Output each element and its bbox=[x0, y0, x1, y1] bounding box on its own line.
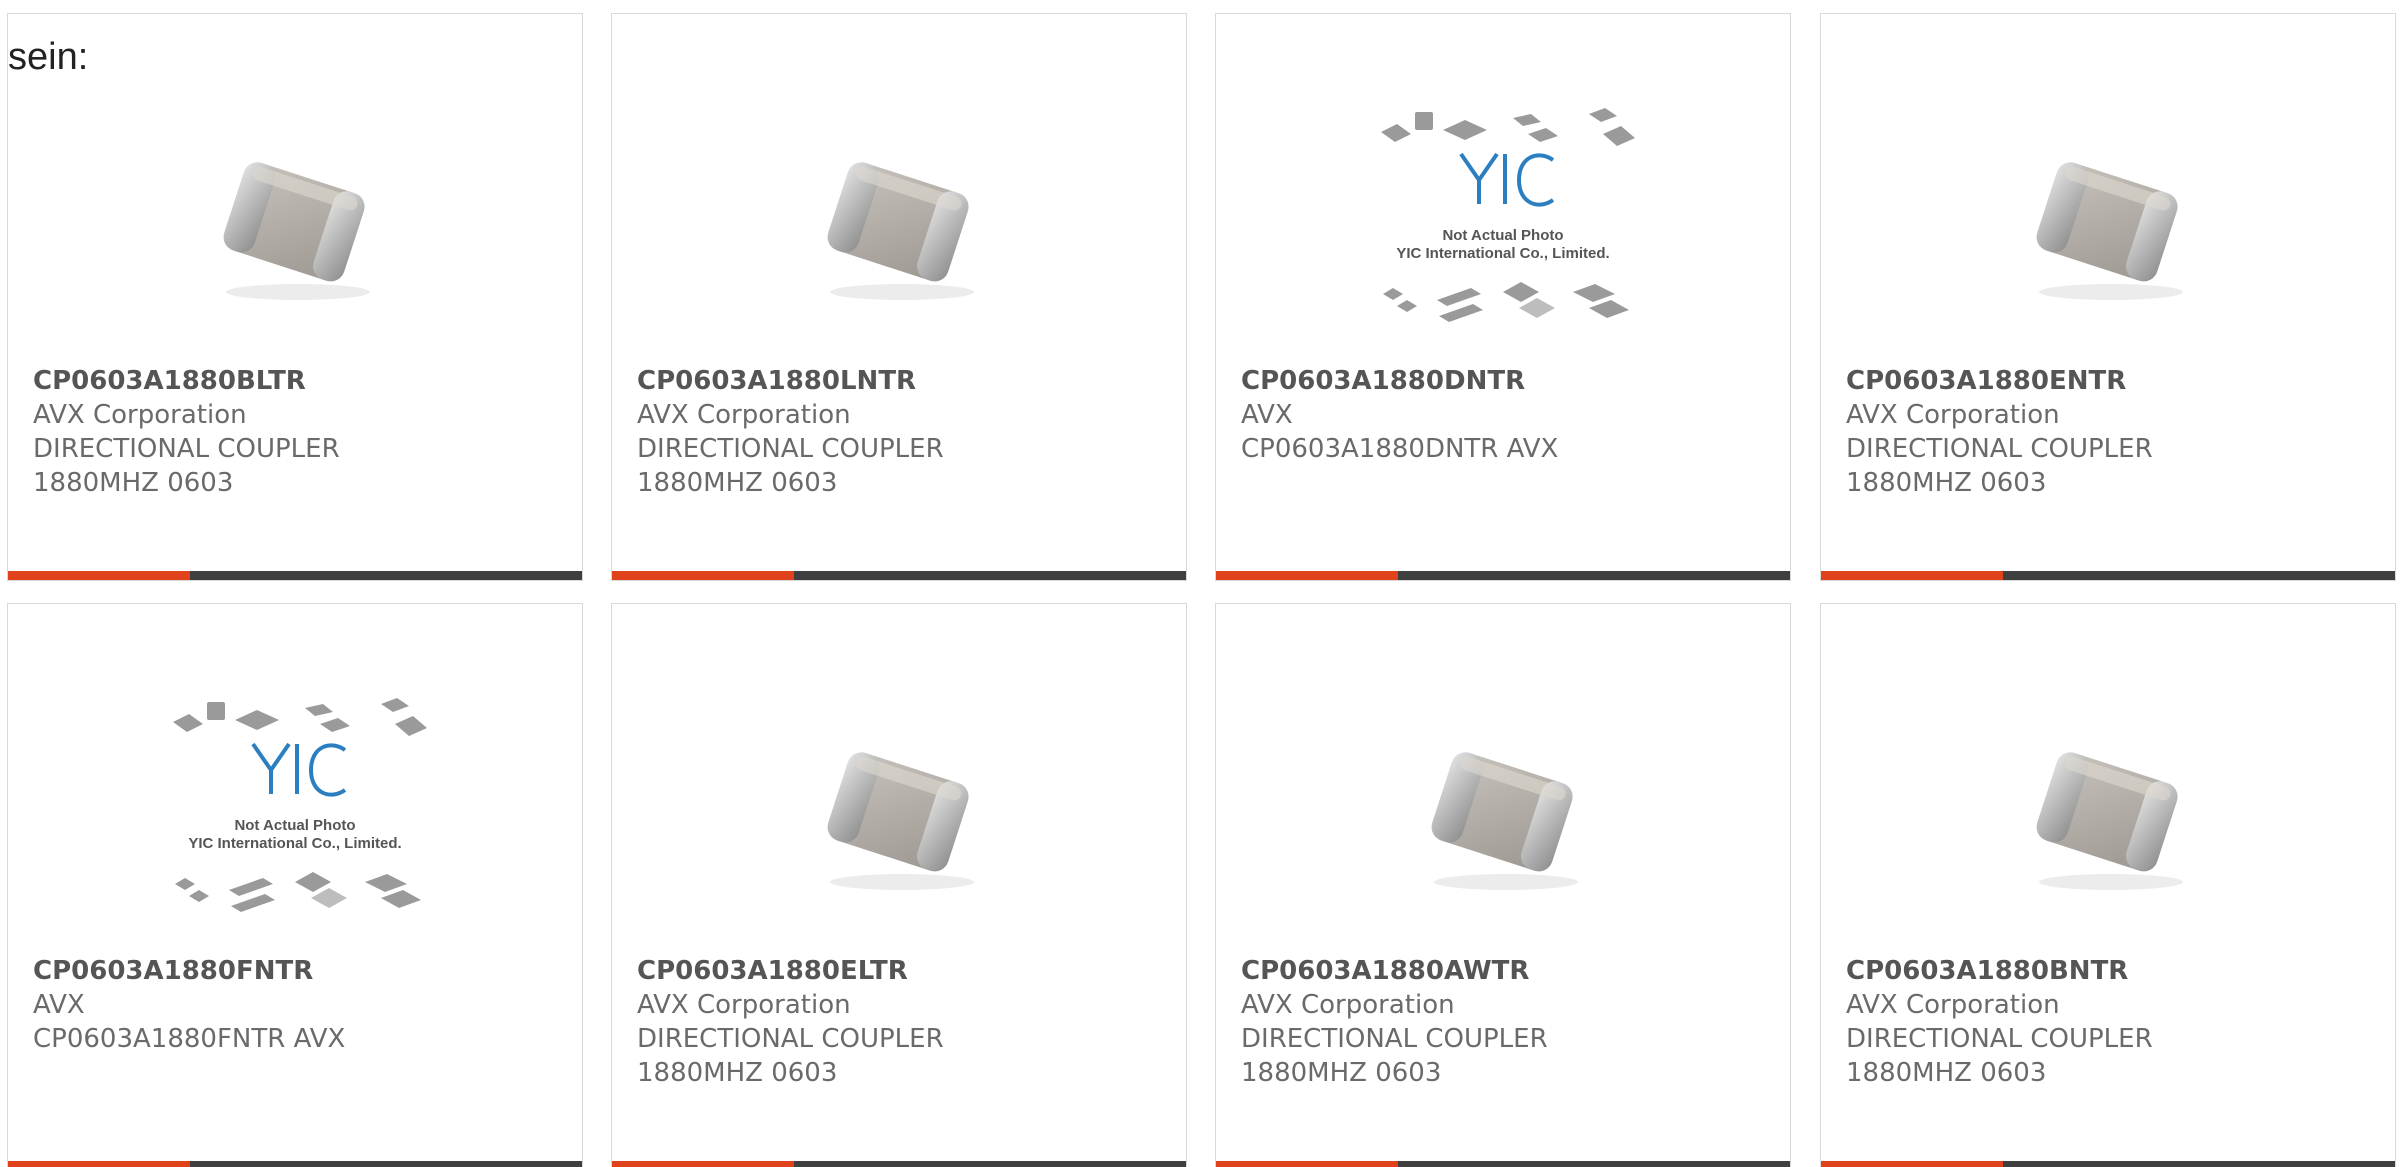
part-number[interactable]: CP0603A1880AWTR bbox=[1241, 954, 1770, 988]
manufacturer-name: AVX Corporation bbox=[33, 400, 247, 430]
product-card[interactable]: CP0603A1880AWTR AVX Corporation DIRECTIONA… bbox=[1215, 603, 1791, 1167]
product-info: CP0603A1880AWTR AVX Corporation DIRECTIONA… bbox=[1241, 954, 1770, 1090]
placeholder-line2: YIC International Co., Limited. bbox=[1396, 245, 1609, 262]
card-bottom-bar bbox=[1216, 1161, 1790, 1167]
card-accent-bar bbox=[612, 571, 794, 580]
product-info: CP0603A1880FNTR AVX CP0603A1880FNTR AVX bbox=[33, 954, 562, 1056]
part-number[interactable]: CP0603A1880LNTR bbox=[637, 364, 1166, 398]
product-card[interactable]: CP0603A1880ENTR AVX Corporation DIRECTIONA… bbox=[1820, 13, 2396, 581]
product-description-line2: 1880MHZ 0603 bbox=[637, 1058, 838, 1088]
placeholder-line1: Not Actual Photo bbox=[1442, 227, 1563, 244]
not-actual-photo-placeholder: Not Actual PhotoYIC International Co., L… bbox=[1381, 108, 1635, 322]
product-image[interactable] bbox=[1821, 74, 2395, 364]
manufacturer-name: AVX Corporation bbox=[637, 990, 851, 1020]
part-number[interactable]: CP0603A1880ELTR bbox=[637, 954, 1166, 988]
product-info: CP0603A1880DNTR AVX CP0603A1880DNTR AVX bbox=[1241, 364, 1770, 466]
product-description: DIRECTIONAL COUPLER bbox=[33, 434, 340, 464]
product-description-line2: 1880MHZ 0603 bbox=[1241, 1058, 1442, 1088]
product-description: CP0603A1880DNTR AVX bbox=[1241, 434, 1559, 464]
product-info: CP0603A1880BNTR AVX Corporation DIRECTIONA… bbox=[1846, 954, 2375, 1090]
product-info: CP0603A1880LNTR AVX Corporation DIRECTIONA… bbox=[637, 364, 1166, 500]
part-number[interactable]: CP0603A1880FNTR bbox=[33, 954, 562, 988]
placeholder-line2: YIC International Co., Limited. bbox=[188, 835, 401, 852]
product-description: DIRECTIONAL COUPLER bbox=[637, 1024, 944, 1054]
product-description: DIRECTIONAL COUPLER bbox=[1241, 1024, 1548, 1054]
product-image[interactable] bbox=[612, 664, 1186, 954]
product-description-line2: 1880MHZ 0603 bbox=[637, 468, 838, 498]
card-bottom-bar bbox=[612, 1161, 1186, 1167]
product-image[interactable]: Not Actual Photo YIC International Co., L… bbox=[1216, 74, 1790, 364]
product-image[interactable] bbox=[1821, 664, 2395, 954]
manufacturer-name: AVX Corporation bbox=[1241, 990, 1455, 1020]
manufacturer-name: AVX Corporation bbox=[637, 400, 851, 430]
product-description: DIRECTIONAL COUPLER bbox=[1846, 1024, 2153, 1054]
card-accent-bar bbox=[1216, 571, 1398, 580]
manufacturer-name: AVX Corporation bbox=[1846, 400, 2060, 430]
placeholder-line1: Not Actual Photo bbox=[234, 817, 355, 834]
product-description: DIRECTIONAL COUPLER bbox=[637, 434, 944, 464]
card-bottom-bar bbox=[8, 571, 582, 580]
card-accent-bar bbox=[1821, 1161, 2003, 1167]
manufacturer-name: AVX bbox=[33, 990, 85, 1020]
product-description-line2: 1880MHZ 0603 bbox=[33, 468, 234, 498]
card-bottom-bar bbox=[8, 1161, 582, 1167]
product-description-line2: 1880MHZ 0603 bbox=[1846, 468, 2047, 498]
card-bottom-bar bbox=[612, 571, 1186, 580]
product-card[interactable]: CP0603A1880BLTR AVX Corporation DIRECTIONA… bbox=[7, 13, 583, 581]
card-bottom-bar bbox=[1821, 1161, 2395, 1167]
product-info: CP0603A1880ELTR AVX Corporation DIRECTIONA… bbox=[637, 954, 1166, 1090]
capacitor-chip-image bbox=[2036, 162, 2183, 300]
capacitor-chip-image bbox=[827, 752, 974, 890]
capacitor-chip-image bbox=[827, 162, 974, 300]
product-card[interactable]: CP0603A1880ELTR AVX Corporation DIRECTIONA… bbox=[611, 603, 1187, 1167]
not-actual-photo-placeholder: Not Actual PhotoYIC International Co., L… bbox=[173, 698, 427, 912]
capacitor-chip-image bbox=[1431, 752, 1578, 890]
section-heading: sein: bbox=[8, 36, 89, 78]
product-image[interactable] bbox=[612, 74, 1186, 364]
product-image[interactable] bbox=[1216, 664, 1790, 954]
product-card[interactable]: CP0603A1880BNTR AVX Corporation DIRECTIONA… bbox=[1820, 603, 2396, 1167]
product-description: DIRECTIONAL COUPLER bbox=[1846, 434, 2153, 464]
card-accent-bar bbox=[8, 571, 190, 580]
card-accent-bar bbox=[1821, 571, 2003, 580]
product-card[interactable]: Not Actual Photo YIC International Co., L… bbox=[1215, 13, 1791, 581]
product-grid-page: sein: CP0603A1880BLTR AVX Corporation DIRE… bbox=[0, 0, 2400, 1167]
manufacturer-name: AVX Corporation bbox=[1846, 990, 2060, 1020]
card-bottom-bar bbox=[1821, 571, 2395, 580]
product-info: CP0603A1880ENTR AVX Corporation DIRECTIONA… bbox=[1846, 364, 2375, 500]
card-bottom-bar bbox=[1216, 571, 1790, 580]
capacitor-chip-image bbox=[223, 162, 370, 300]
product-card[interactable]: Not Actual Photo YIC International Co., L… bbox=[7, 603, 583, 1167]
part-number[interactable]: CP0603A1880BNTR bbox=[1846, 954, 2375, 988]
part-number[interactable]: CP0603A1880DNTR bbox=[1241, 364, 1770, 398]
product-image[interactable] bbox=[8, 74, 582, 364]
manufacturer-name: AVX bbox=[1241, 400, 1293, 430]
product-description-line2: 1880MHZ 0603 bbox=[1846, 1058, 2047, 1088]
product-card[interactable]: CP0603A1880LNTR AVX Corporation DIRECTIONA… bbox=[611, 13, 1187, 581]
card-accent-bar bbox=[8, 1161, 190, 1167]
card-accent-bar bbox=[612, 1161, 794, 1167]
part-number[interactable]: CP0603A1880ENTR bbox=[1846, 364, 2375, 398]
product-info: CP0603A1880BLTR AVX Corporation DIRECTIONA… bbox=[33, 364, 562, 500]
part-number[interactable]: CP0603A1880BLTR bbox=[33, 364, 562, 398]
card-accent-bar bbox=[1216, 1161, 1398, 1167]
product-image[interactable]: Not Actual Photo YIC International Co., L… bbox=[8, 664, 582, 954]
capacitor-chip-image bbox=[2036, 752, 2183, 890]
product-description: CP0603A1880FNTR AVX bbox=[33, 1024, 346, 1054]
